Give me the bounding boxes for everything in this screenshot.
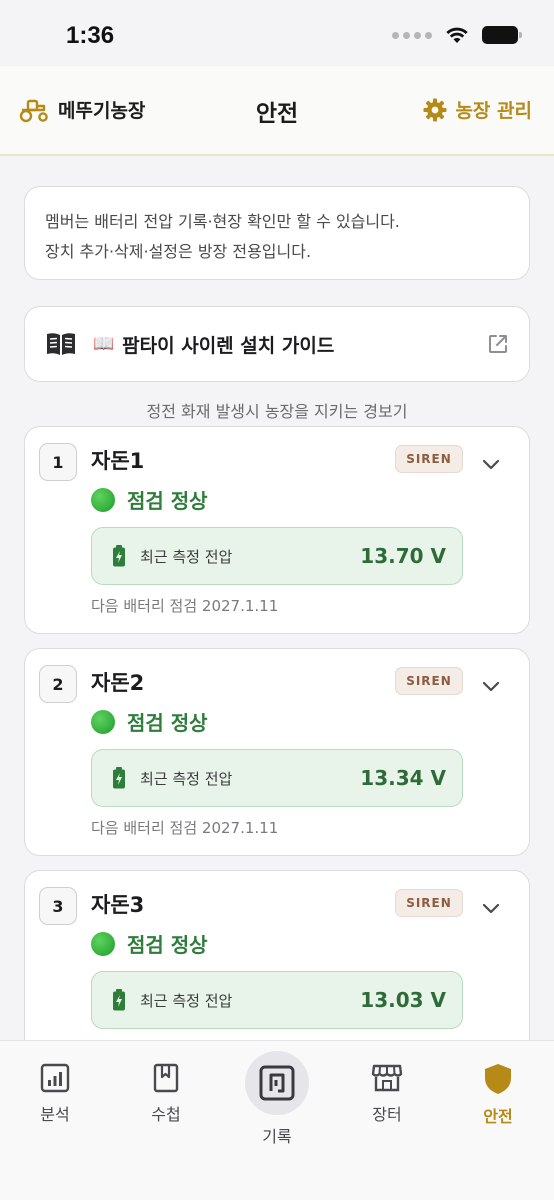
book-open-icon: [47, 333, 75, 355]
device-name: 자돈2: [91, 671, 145, 695]
device-index: 1: [39, 443, 77, 481]
voltage-label: 최근 측정 전압: [140, 547, 233, 566]
device-card[interactable]: 1 자돈1 SIREN 점검 정상 최근 측정 전압 13.70 V 다음 배터…: [24, 426, 530, 634]
farm-manage-button[interactable]: 농장 관리: [423, 96, 532, 123]
device-type-badge: SIREN: [395, 445, 463, 473]
tab-label: 기록: [262, 1127, 292, 1146]
chevron-down-icon[interactable]: [481, 679, 501, 693]
status-time: 1:36: [66, 22, 115, 49]
inspection-status: 점검 정상: [91, 707, 208, 736]
inspection-status: 점검 정상: [91, 929, 208, 958]
chevron-down-icon[interactable]: [481, 457, 501, 471]
inspection-status-text: 점검 정상: [127, 489, 208, 513]
tab-record[interactable]: 기록: [232, 1051, 322, 1147]
voltage-box: 최근 측정 전압 13.70 V: [91, 527, 463, 585]
inspection-status-text: 점검 정상: [127, 711, 208, 735]
tab-safety[interactable]: 안전: [453, 1063, 543, 1127]
voltage-label: 최근 측정 전압: [140, 769, 233, 788]
next-battery-check: 다음 배터리 점검 2027.1.11: [91, 819, 279, 837]
app-header: 메뚜기농장 안전 농장 관리: [0, 66, 554, 156]
device-card[interactable]: 2 자돈2 SIREN 점검 정상 최근 측정 전압 13.34 V 다음 배터…: [24, 648, 530, 856]
device-index: 3: [39, 887, 77, 925]
chart-icon: [40, 1063, 70, 1093]
notice-line-2: 장치 추가·삭제·설정은 방장 전용입니다.: [45, 242, 312, 261]
guide-label: 팜타이 사이렌 설치 가이드: [122, 334, 335, 357]
gear-icon: [423, 98, 447, 121]
device-card[interactable]: 3 자돈3 SIREN 점검 정상 최근 측정 전압 13.03 V: [24, 870, 530, 1040]
battery-charging-icon: [113, 989, 125, 1011]
tab-analysis[interactable]: 분석: [10, 1063, 100, 1125]
device-type-badge: SIREN: [395, 667, 463, 695]
status-icons: [392, 26, 522, 44]
battery-charging-icon: [113, 767, 125, 789]
permission-notice: 멤버는 배터리 전압 기록·현장 확인만 할 수 있습니다. 장치 추가·삭제·…: [24, 186, 530, 280]
farm-manage-label: 농장 관리: [455, 100, 532, 122]
siren-install-guide-link[interactable]: 📖 팜타이 사이렌 설치 가이드: [24, 306, 530, 382]
voltage-value: 13.03 V: [360, 988, 446, 1012]
device-type-badge: SIREN: [395, 889, 463, 917]
tab-notebook[interactable]: 수첩: [121, 1063, 211, 1125]
safety-content[interactable]: 멤버는 배터리 전압 기록·현장 확인만 할 수 있습니다. 장치 추가·삭제·…: [0, 158, 554, 1040]
bottom-tab-bar: 분석 수첩 기록 장터 안전: [0, 1040, 554, 1200]
tab-market[interactable]: 장터: [342, 1063, 432, 1125]
battery-icon: [482, 26, 522, 44]
book-emoji-icon: 📖: [93, 334, 115, 354]
next-battery-check: 다음 배터리 점검 2027.1.11: [91, 597, 279, 615]
voltage-box: 최근 측정 전압 13.34 V: [91, 749, 463, 807]
device-index: 2: [39, 665, 77, 703]
voltage-value: 13.70 V: [360, 544, 446, 568]
voltage-label: 최근 측정 전압: [140, 991, 233, 1010]
store-icon: [371, 1064, 403, 1092]
record-button[interactable]: [245, 1051, 309, 1115]
tab-label: 수첩: [151, 1105, 181, 1124]
status-ok-icon: [91, 931, 115, 956]
external-link-icon: [489, 335, 507, 353]
device-name: 자돈3: [91, 893, 145, 917]
section-caption: 정전 화재 발생시 농장을 지키는 경보기: [146, 402, 408, 421]
shield-icon: [485, 1064, 511, 1094]
chevron-down-icon[interactable]: [481, 901, 501, 915]
tab-label: 장터: [372, 1105, 402, 1124]
status-ok-icon: [91, 487, 115, 512]
battery-charging-icon: [113, 545, 125, 567]
signal-icon: [392, 31, 432, 39]
status-bar: 1:36: [0, 0, 554, 66]
notice-line-1: 멤버는 배터리 전압 기록·현장 확인만 할 수 있습니다.: [45, 212, 400, 231]
wifi-icon: [446, 27, 468, 43]
bookmark-icon: [153, 1063, 179, 1093]
tab-label: 분석: [40, 1105, 70, 1124]
nfc-icon: [259, 1065, 295, 1101]
voltage-value: 13.34 V: [360, 766, 446, 790]
voltage-box: 최근 측정 전압 13.03 V: [91, 971, 463, 1029]
inspection-status-text: 점검 정상: [127, 933, 208, 957]
status-ok-icon: [91, 709, 115, 734]
tab-label: 안전: [483, 1107, 513, 1126]
inspection-status: 점검 정상: [91, 485, 208, 514]
device-name: 자돈1: [91, 449, 145, 473]
